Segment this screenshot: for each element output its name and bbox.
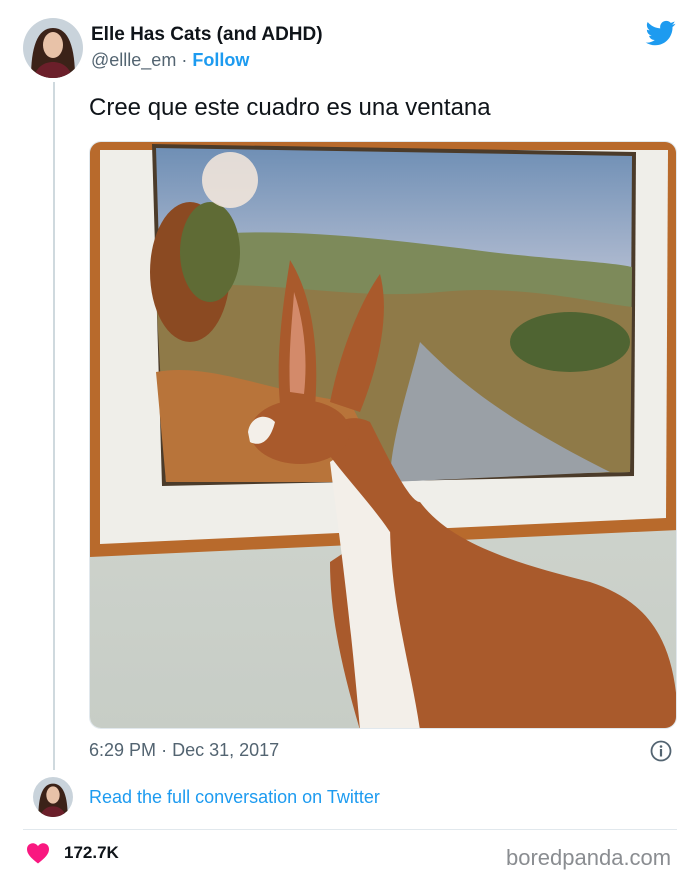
author-avatar[interactable] — [23, 18, 83, 78]
tweet-text: Cree que este cuadro es una ventana — [89, 94, 491, 121]
author-name[interactable]: Elle Has Cats (and ADHD) — [91, 24, 323, 46]
read-conversation-link[interactable]: Read the full conversation on Twitter — [89, 785, 380, 809]
like-action[interactable]: 172.7K — [26, 842, 119, 864]
separator-dot: · — [181, 50, 188, 70]
author-handle-row: @ellle_em · Follow — [91, 48, 323, 72]
reply-avatar[interactable] — [33, 777, 73, 817]
tweet-date: Dec 31, 2017 — [172, 740, 280, 760]
thread-line — [53, 82, 55, 770]
watermark: boredpanda.com — [506, 845, 672, 870]
tweet-photo-illustration — [90, 142, 676, 728]
tweet-timestamp[interactable]: 6:29 PM · Dec 31, 2017 — [89, 738, 279, 762]
divider — [23, 829, 677, 830]
tweet-photo[interactable] — [89, 141, 677, 729]
author-handle[interactable]: @ellle_em — [91, 50, 176, 70]
twitter-bird-icon[interactable] — [644, 18, 678, 48]
info-icon[interactable] — [650, 740, 672, 762]
author-block: Elle Has Cats (and ADHD) @ellle_em · Fol… — [91, 24, 323, 72]
like-count: 172.7K — [64, 843, 119, 862]
follow-button[interactable]: Follow — [192, 50, 249, 70]
heart-icon[interactable] — [26, 842, 50, 864]
timestamp-separator: · — [161, 740, 168, 760]
tweet-time: 6:29 PM — [89, 740, 157, 760]
